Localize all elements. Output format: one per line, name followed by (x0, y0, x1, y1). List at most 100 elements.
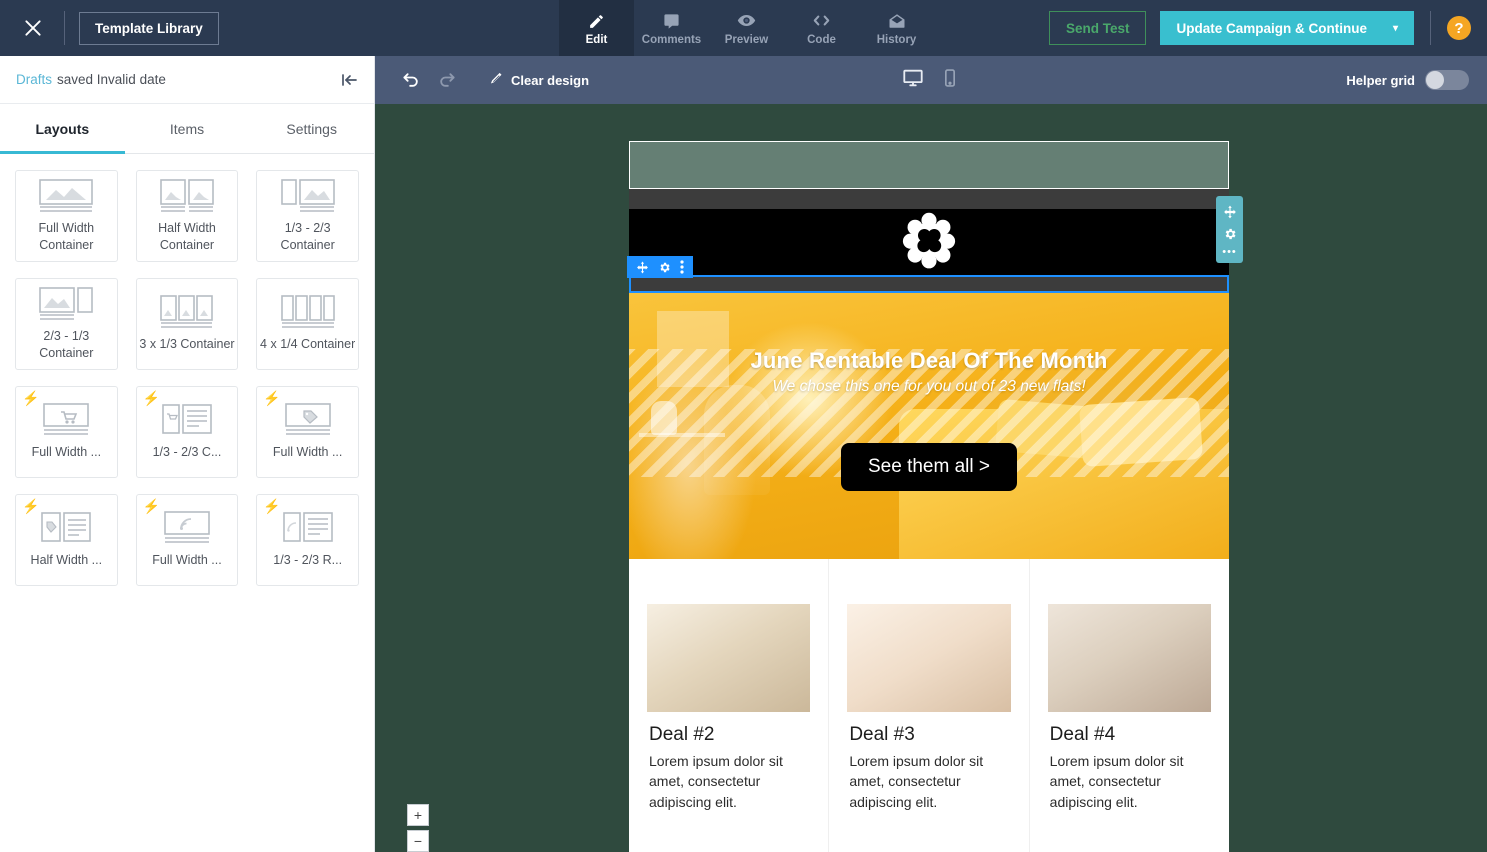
chevron-down-icon[interactable]: ▾ (1393, 23, 1398, 34)
layout-card-three-thirds-container[interactable]: 3 x 1/3 Container (135, 278, 239, 370)
layout-card-label: 1/3 - 2/3 R... (273, 553, 343, 568)
layout-card-cart-third-twothird[interactable]: ⚡ 1/3 - 2/3 C... (135, 386, 239, 478)
lightning-bolt-icon: ⚡ (142, 390, 161, 406)
mobile-icon[interactable] (940, 67, 960, 94)
layout-card-label: Full Width ... (31, 445, 102, 460)
layout-card-label: Full Width ... (272, 445, 343, 460)
move-icon[interactable] (636, 261, 649, 274)
eye-icon (737, 10, 756, 30)
layout-card-label: Full Width ... (152, 553, 222, 568)
hero-title[interactable]: June Rentable Deal Of The Month (629, 348, 1229, 374)
twothird-third-thumb-icon (38, 286, 94, 321)
deal-title[interactable]: Deal #4 (1050, 724, 1209, 746)
tab-code[interactable]: Code (784, 0, 859, 56)
deal-column[interactable]: Deal #3 Lorem ipsum dolor sit amet, cons… (829, 559, 1030, 852)
lightning-bolt-icon: ⚡ (22, 390, 40, 406)
deal-column[interactable]: Deal #4 Lorem ipsum dolor sit amet, cons… (1029, 559, 1229, 852)
desktop-icon[interactable] (902, 67, 924, 94)
more-vertical-icon[interactable] (680, 260, 684, 274)
layout-card-tag-half-width[interactable]: ⚡ Half Width ... (15, 494, 118, 586)
deal-description[interactable]: Lorem ipsum dolor sit amet, consectetur … (649, 751, 808, 812)
cart-full-thumb-icon (38, 403, 94, 437)
deal-column[interactable]: Deal #2 Lorem ipsum dolor sit amet, cons… (629, 559, 830, 852)
clear-design-button[interactable]: Clear design (489, 71, 589, 89)
top-toolbar: Template Library Edit Comments Preview C… (0, 0, 1487, 56)
layout-list: Full Width Container Half Width Containe… (0, 154, 374, 596)
layout-card-rss-third-twothird[interactable]: ⚡ 1/3 - 2/3 R... (256, 494, 359, 586)
toggle-knob (1426, 71, 1444, 89)
layout-card-rss-full-width[interactable]: ⚡ Full Width ... (135, 494, 239, 586)
cart-split-thumb-icon (159, 403, 215, 437)
gear-icon[interactable] (1223, 227, 1237, 241)
layout-card-label: 4 x 1/4 Container (260, 337, 356, 352)
more-horizontal-icon[interactable]: ••• (1222, 246, 1237, 257)
helper-grid-control: Helper grid (1346, 70, 1469, 90)
template-library-button[interactable]: Template Library (79, 11, 219, 45)
tab-settings[interactable]: Settings (249, 104, 374, 153)
clear-design-label: Clear design (511, 72, 590, 88)
device-preview-switch (881, 67, 981, 94)
drafts-status-bar: Drafts saved Invalid date (0, 56, 374, 104)
deal-image[interactable] (647, 604, 811, 712)
layout-card-full-width-container[interactable]: Full Width Container (15, 170, 118, 262)
send-test-button[interactable]: Send Test (1048, 11, 1147, 45)
redo-icon[interactable] (429, 62, 465, 98)
undo-icon[interactable] (393, 62, 429, 98)
flower-logo-icon (900, 211, 958, 274)
collapse-panel-icon[interactable] (341, 73, 358, 87)
email-block-header-spacer[interactable] (629, 141, 1229, 189)
gear-icon[interactable] (658, 261, 671, 274)
layout-card-label: 3 x 1/3 Container (139, 337, 235, 352)
layout-card-half-width-container[interactable]: Half Width Container (135, 170, 239, 262)
deal-mid-spacer (829, 811, 1029, 852)
tag-split-thumb-icon (38, 511, 94, 545)
hero-cta-button[interactable]: See them all > (841, 443, 1017, 491)
layout-card-label: Half Width ... (30, 553, 103, 568)
help-icon[interactable]: ? (1447, 16, 1471, 40)
layout-card-four-quarters-container[interactable]: 4 x 1/4 Container (256, 278, 359, 370)
close-icon[interactable] (16, 11, 50, 45)
block-selection-toolbar (627, 256, 693, 278)
helper-grid-toggle[interactable] (1425, 70, 1469, 90)
email-block-divider-top[interactable] (629, 189, 1229, 209)
tab-comments[interactable]: Comments (634, 0, 709, 56)
hero-subtitle[interactable]: We chose this one for you out of 23 new … (629, 378, 1229, 396)
email-block-hero[interactable]: June Rentable Deal Of The Month We chose… (629, 293, 1229, 559)
deal-body: Deal #2 Lorem ipsum dolor sit amet, cons… (629, 712, 828, 812)
layout-card-cart-full-width[interactable]: ⚡ Full Width ... (15, 386, 118, 478)
deal-image[interactable] (1047, 604, 1211, 712)
tab-preview[interactable]: Preview (709, 0, 784, 56)
email-template: June Rentable Deal Of The Month We chose… (627, 141, 1243, 852)
deal-title[interactable]: Deal #3 (849, 724, 1008, 746)
deal-title[interactable]: Deal #2 (649, 724, 808, 746)
deal-image[interactable] (847, 604, 1011, 712)
layout-card-third-twothird-container[interactable]: 1/3 - 2/3 Container (256, 170, 359, 262)
deal-top-spacer (629, 559, 829, 604)
layout-card-twothird-third-container[interactable]: 2/3 - 1/3 Container (15, 278, 118, 370)
design-canvas[interactable]: June Rentable Deal Of The Month We chose… (375, 104, 1487, 852)
sidebar-tabs: Layouts Items Settings (0, 104, 374, 154)
drafts-label[interactable]: Drafts (16, 72, 52, 87)
layout-card-tag-full-width[interactable]: ⚡ Full Width ... (256, 386, 359, 478)
zoom-out-button[interactable]: − (407, 830, 429, 852)
pencil-icon (588, 10, 605, 30)
deal-description[interactable]: Lorem ipsum dolor sit amet, consectetur … (1050, 751, 1209, 812)
envelope-icon (888, 10, 906, 30)
move-icon[interactable] (1223, 205, 1237, 219)
zoom-in-button[interactable]: + (407, 804, 429, 826)
email-block-divider-selected[interactable] (629, 275, 1229, 293)
tab-edit[interactable]: Edit (559, 0, 634, 56)
tab-items-label: Items (169, 120, 205, 137)
tab-items[interactable]: Items (125, 104, 250, 153)
full-width-thumb-icon (38, 178, 94, 213)
lightning-bolt-icon: ⚡ (263, 390, 281, 406)
layout-card-label: 1/3 - 2/3 Container (280, 220, 335, 252)
tab-layouts[interactable]: Layouts (0, 104, 125, 154)
update-campaign-button[interactable]: Update Campaign & Continue ▾ (1160, 11, 1414, 45)
deal-description[interactable]: Lorem ipsum dolor sit amet, consectetur … (849, 751, 1008, 812)
toolbar-divider (64, 11, 65, 45)
tab-comments-label: Comments (641, 34, 702, 46)
deal-mid-spacer (1029, 811, 1229, 852)
tab-history[interactable]: History (859, 0, 934, 56)
email-block-logo[interactable] (627, 209, 1229, 278)
